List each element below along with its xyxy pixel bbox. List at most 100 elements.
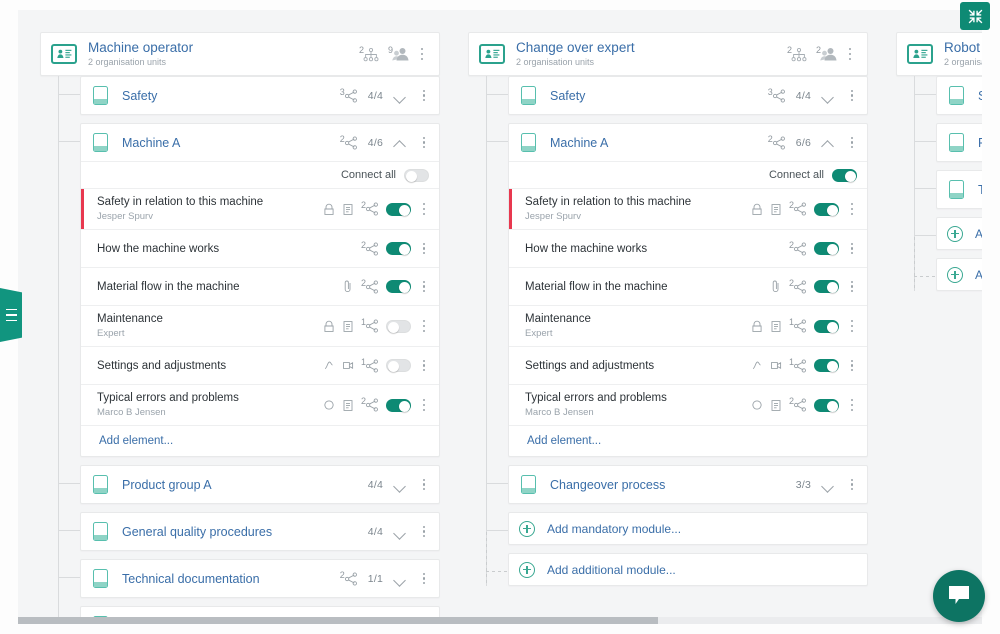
element-toggle[interactable] [386, 359, 411, 372]
element-row[interactable]: Material flow in the machine 2 [509, 267, 867, 305]
element-menu-button[interactable] [417, 239, 431, 259]
module-menu-button[interactable] [845, 475, 859, 495]
module-card[interactable]: Machine A 2 6/6 Connect all Safety in relati… [508, 123, 868, 457]
module-header[interactable]: Changeover process 3/3 [509, 466, 867, 503]
module-header[interactable]: Robot [937, 124, 982, 161]
module-header[interactable]: General quality procedures 4/4 [81, 513, 439, 550]
module-card[interactable]: Safety 3 4/4 [508, 76, 868, 115]
module-header[interactable]: Product group A 4/4 [81, 466, 439, 503]
chat-button[interactable] [933, 570, 985, 622]
element-row[interactable]: How the machine works 2 [81, 229, 439, 267]
element-row[interactable]: Maintenance Expert 1 [509, 305, 867, 346]
element-row[interactable]: Settings and adjustments 1 [81, 346, 439, 384]
element-toggle[interactable] [814, 242, 839, 255]
module-card[interactable]: Technical documentation 2 1/1 [80, 559, 440, 598]
chevron-down-icon[interactable] [393, 478, 407, 492]
role-header-card[interactable]: Machine operator 2 organisation units 2 9 [40, 32, 440, 76]
element-share: 1 [789, 357, 807, 373]
module-card[interactable]: Changeover process 3/3 [508, 465, 868, 504]
element-toggle[interactable] [386, 398, 411, 412]
module-header[interactable]: Technical documentation 2 1/1 [81, 560, 439, 597]
chevron-down-icon[interactable] [821, 89, 835, 103]
element-toggle[interactable] [386, 319, 411, 333]
element-row[interactable]: Material flow in the machine 2 [81, 267, 439, 305]
element-toggle[interactable] [814, 359, 839, 372]
element-menu-button[interactable] [417, 395, 431, 415]
module-menu-button[interactable] [845, 86, 859, 106]
element-row[interactable]: Settings and adjustments 1 [509, 346, 867, 384]
element-row[interactable]: Safety in relation to this machine Jesper… [509, 188, 867, 229]
module-header[interactable]: Safety 3 4/4 [81, 77, 439, 114]
element-menu-button[interactable] [417, 356, 431, 376]
chevron-down-icon[interactable] [393, 572, 407, 586]
element-menu-button[interactable] [845, 316, 859, 336]
element-row[interactable]: Typical errors and problems Marco B Jense… [509, 384, 867, 425]
kebab-dot [850, 280, 854, 283]
chevron-down-icon[interactable] [393, 525, 407, 539]
add-mandatory-module-button[interactable]: Add mandatory module... [936, 217, 982, 250]
element-row[interactable]: Maintenance Expert 1 [81, 305, 439, 346]
module-menu-button[interactable] [417, 86, 431, 106]
module-header[interactable]: Machine A 2 6/6 [509, 124, 867, 161]
module-card[interactable]: Robot [936, 123, 982, 162]
element-menu-button[interactable] [845, 356, 859, 376]
element-toggle[interactable] [814, 398, 839, 412]
element-menu-button[interactable] [417, 316, 431, 336]
element-toggle[interactable] [814, 202, 839, 216]
horizontal-scrollbar[interactable] [18, 617, 982, 624]
chevron-down-icon[interactable] [821, 478, 835, 492]
module-header[interactable]: Safety [937, 77, 982, 114]
element-toggle[interactable] [386, 202, 411, 216]
element-menu-button[interactable] [845, 239, 859, 259]
element-menu-button[interactable] [417, 277, 431, 297]
module-menu-button[interactable] [417, 475, 431, 495]
role-header-card[interactable]: Robot operator 2 organisation units [896, 32, 982, 76]
element-menu-button[interactable] [845, 395, 859, 415]
chevron-down-icon[interactable] [393, 89, 407, 103]
element-row[interactable]: Safety in relation to this machine Jesper… [81, 188, 439, 229]
module-card[interactable]: Safety 3 4/4 [80, 76, 440, 115]
module-ratio: 3/3 [795, 478, 811, 491]
element-toggle[interactable] [814, 280, 839, 293]
element-row[interactable]: Typical errors and problems Marco B Jense… [81, 384, 439, 425]
module-header[interactable]: Safety 3 4/4 [509, 77, 867, 114]
element-toggle[interactable] [386, 280, 411, 293]
add-additional-module-button[interactable]: Add additional module... [508, 553, 868, 586]
role-column: Machine operator 2 organisation units 2 9 Sa… [40, 10, 440, 624]
element-menu-button[interactable] [845, 277, 859, 297]
horizontal-scrollbar-thumb[interactable] [18, 617, 658, 624]
chevron-up-icon[interactable] [393, 136, 407, 150]
module-header[interactable]: Technical documentation [937, 171, 982, 208]
kebab-dot [422, 329, 426, 332]
element-row[interactable]: How the machine works 2 [509, 229, 867, 267]
module-card[interactable]: General quality procedures 4/4 [80, 512, 440, 551]
element-menu-button[interactable] [417, 199, 431, 219]
org-structure-canvas[interactable]: Machine operator 2 organisation units 2 9 Sa… [18, 10, 982, 624]
element-toggle[interactable] [814, 319, 839, 333]
connect-all-toggle[interactable] [832, 168, 857, 182]
exit-fullscreen-button[interactable] [960, 2, 990, 30]
role-menu-button[interactable] [843, 44, 857, 64]
module-menu-button[interactable] [417, 569, 431, 589]
module-card[interactable]: Safety [936, 76, 982, 115]
role-header-card[interactable]: Change over expert 2 organisation units 2 2 [468, 32, 868, 76]
connect-all-row[interactable]: Connect all [509, 161, 867, 188]
role-menu-button[interactable] [415, 44, 429, 64]
module-card[interactable]: Machine A 2 4/6 Connect all Safety in relati… [80, 123, 440, 457]
element-toggle[interactable] [386, 242, 411, 255]
chevron-up-icon[interactable] [821, 136, 835, 150]
module-card[interactable]: Technical documentation [936, 170, 982, 209]
module-header[interactable]: Machine A 2 4/6 [81, 124, 439, 161]
element-menu-button[interactable] [845, 199, 859, 219]
connect-all-toggle[interactable] [404, 168, 429, 182]
module-menu-button[interactable] [845, 133, 859, 153]
add-mandatory-module-button[interactable]: Add mandatory module... [508, 512, 868, 545]
sidebar-toggle-tab[interactable] [0, 288, 22, 342]
add-additional-module-button[interactable]: Add additional module... [936, 258, 982, 291]
add-element-button[interactable]: Add element... [509, 425, 867, 456]
module-menu-button[interactable] [417, 522, 431, 542]
add-element-button[interactable]: Add element... [81, 425, 439, 456]
module-card[interactable]: Product group A 4/4 [80, 465, 440, 504]
connect-all-row[interactable]: Connect all [81, 161, 439, 188]
module-menu-button[interactable] [417, 133, 431, 153]
